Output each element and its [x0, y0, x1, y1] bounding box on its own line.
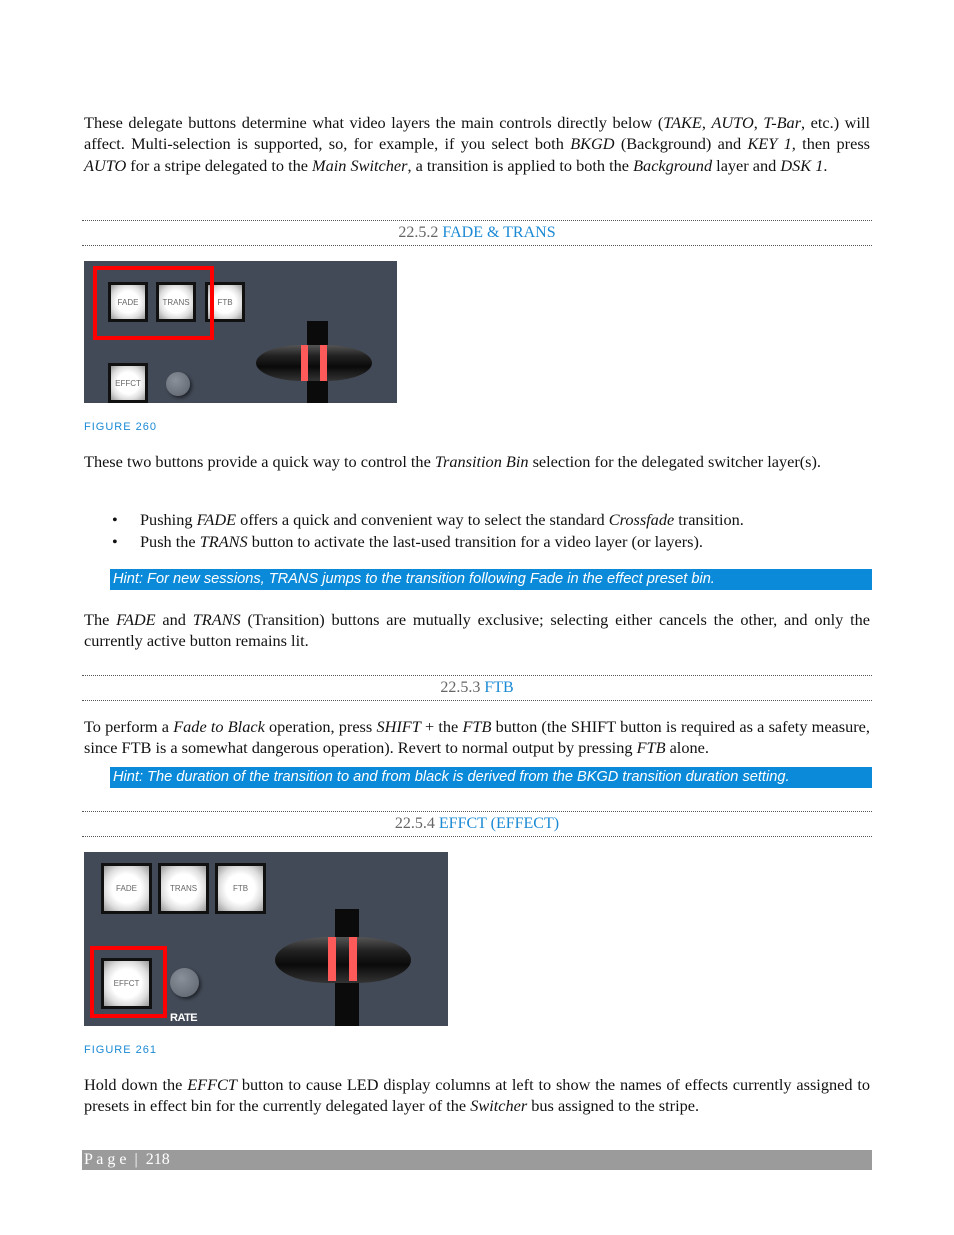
emphasized-text: FADE: [116, 610, 156, 629]
selection-highlight: [90, 946, 167, 1018]
section-title: FADE & TRANS: [442, 224, 556, 241]
section-title: EFFCT (EFFECT): [438, 815, 560, 832]
effct-paragraph: Hold down the EFFCT button to cause LED …: [84, 1074, 870, 1117]
emphasized-text: KEY 1,: [747, 134, 796, 154]
tbar-handle: [256, 345, 372, 381]
figure-caption: FIGURE 261: [84, 1044, 157, 1056]
text-run: operation, press: [264, 717, 377, 736]
section-number: 22.5.4: [394, 815, 435, 832]
document-page: These delegate buttons determine what vi…: [0, 0, 954, 1235]
bullet-item: Push the TRANS button to activate the la…: [112, 531, 872, 553]
text-run: These two buttons provide a quick way to…: [84, 452, 435, 471]
figure-261-image: FADE TRANS FTB EFFCT RATE: [84, 852, 448, 1026]
fade-button-image: FADE: [101, 863, 152, 914]
text-run: for a stripe delegated to the: [126, 155, 313, 175]
emphasized-text: TRANS: [192, 610, 241, 629]
bullet-list: Pushing FADE offers a quick and convenie…: [112, 509, 872, 553]
emphasized-text: Background: [633, 155, 713, 175]
tbar-handle: [275, 937, 411, 983]
text-run: button to activate the last-used transit…: [247, 532, 703, 551]
text-run: alone.: [665, 738, 709, 758]
selection-highlight: [93, 266, 214, 340]
figure-260-image: FADE TRANS FTB EFFCT: [84, 261, 397, 403]
emphasized-text: TRANS: [199, 532, 248, 551]
text-run: bus assigned to the stripe.: [527, 1096, 700, 1116]
tbar-led: [301, 345, 308, 381]
emphasized-text: EFFCT: [187, 1075, 237, 1094]
section-heading-ftb: 22.5.3 FTB: [82, 675, 872, 701]
section-number: 22.5.3: [440, 679, 481, 696]
text-run: ,: [753, 113, 764, 132]
section-heading-fade-trans: 22.5.2 FADE & TRANS: [82, 220, 872, 246]
section-number: 22.5.2: [398, 224, 439, 241]
emphasized-text: FADE: [196, 510, 237, 529]
fade-paragraph: These two buttons provide a quick way to…: [84, 451, 870, 472]
tbar-led: [349, 937, 357, 981]
rate-knob: [166, 372, 190, 396]
text-run: offers a quick and convenient way to sel…: [236, 510, 609, 529]
emphasized-text: FTB: [462, 717, 492, 736]
rate-label: RATE: [170, 1012, 198, 1024]
text-run: (Background) and: [614, 134, 748, 154]
emphasized-text: BKGD: [570, 134, 615, 154]
figure-caption: FIGURE 260: [84, 421, 157, 433]
emphasized-text: FTB: [636, 738, 666, 758]
page-number: P a g e | 218: [84, 1151, 170, 1168]
emphasized-text: DSK 1: [780, 155, 824, 175]
page-footer: P a g e | 218: [82, 1150, 872, 1170]
exclusive-paragraph: The FADE and TRANS (Transition) buttons …: [84, 609, 870, 652]
effct-button-image: EFFCT: [108, 363, 148, 403]
text-run: These delegate buttons determine what vi…: [84, 113, 664, 132]
trans-button-image: TRANS: [158, 863, 209, 914]
tbar-led: [320, 345, 327, 381]
section-heading-effct: 22.5.4 EFFCT (EFFECT): [82, 811, 872, 837]
emphasized-text: Crossfade: [608, 510, 675, 529]
text-run: Hold down the: [84, 1075, 188, 1094]
emphasized-text: SHIFT: [376, 717, 421, 736]
text-run: Pushing: [140, 510, 197, 529]
emphasized-text: Main Switcher: [312, 155, 408, 175]
rate-knob: [170, 968, 199, 997]
emphasized-text: Switcher: [470, 1096, 528, 1116]
emphasized-text: TAKE: [663, 113, 702, 132]
text-run: layer and: [712, 155, 781, 175]
emphasized-text: AUTO: [84, 155, 127, 175]
tbar-led: [328, 937, 336, 981]
bullet-item: Pushing FADE offers a quick and convenie…: [112, 509, 872, 531]
intro-paragraph: These delegate buttons determine what vi…: [84, 112, 870, 176]
ftb-paragraph: To perform a Fade to Black operation, pr…: [84, 716, 870, 759]
emphasized-text: T-Bar: [763, 113, 802, 132]
emphasized-text: Fade to Black: [173, 717, 265, 736]
emphasized-text: Transition Bin: [434, 452, 529, 471]
text-run: and: [155, 610, 193, 629]
text-run: Push the: [140, 532, 200, 551]
text-run: then press: [795, 134, 870, 154]
text-run: , a transition is applied to both the: [407, 155, 634, 175]
text-run: transition.: [674, 510, 744, 529]
text-run: The: [84, 610, 117, 629]
text-run: selection for the delegated switcher lay…: [528, 452, 821, 471]
text-run: + the: [420, 717, 463, 736]
hint-box: Hint: The duration of the transition to …: [110, 767, 872, 788]
hint-box: Hint: For new sessions, TRANS jumps to t…: [110, 569, 872, 590]
emphasized-text: AUTO: [711, 113, 754, 132]
text-run: .: [823, 155, 828, 175]
section-title: FTB: [484, 679, 514, 696]
ftb-button-image: FTB: [215, 863, 266, 914]
text-run: To perform a: [84, 717, 174, 736]
